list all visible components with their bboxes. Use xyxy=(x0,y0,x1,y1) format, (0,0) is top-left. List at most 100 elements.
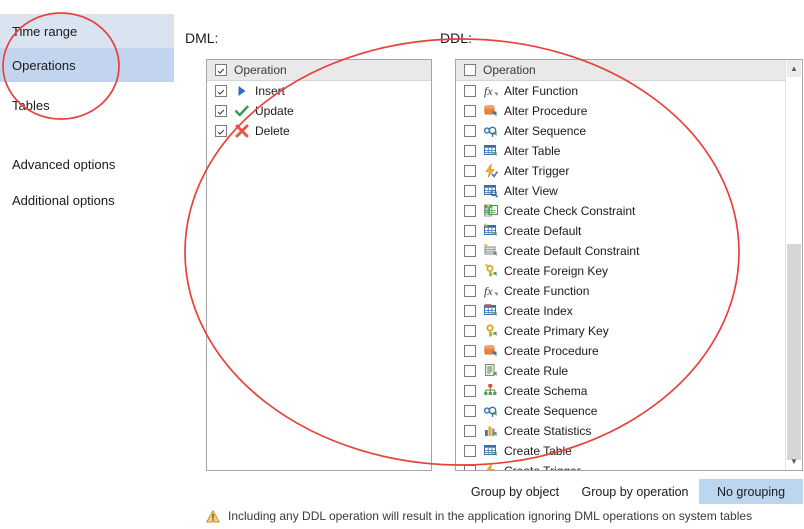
group-by-object-button[interactable]: Group by object xyxy=(459,479,571,504)
list-item[interactable]: Create Foreign Key xyxy=(456,261,786,281)
list-item-label: Create Foreign Key xyxy=(504,264,609,278)
list-item[interactable]: fx Alter Function xyxy=(456,81,786,101)
procedure-icon xyxy=(483,103,499,119)
dml-operations-list[interactable]: Operation Insert Update Delete xyxy=(206,59,432,471)
sidebar-item-label: Operations xyxy=(12,57,76,73)
sidebar-item-time-range[interactable]: Time range xyxy=(0,14,174,48)
view-icon xyxy=(483,183,499,199)
no-grouping-button[interactable]: No grouping xyxy=(699,479,803,504)
row-checkbox[interactable] xyxy=(464,85,476,97)
ddl-list-header[interactable]: Operation xyxy=(456,60,786,81)
list-item-label: Create Default Constraint xyxy=(504,244,640,258)
row-checkbox[interactable] xyxy=(215,125,227,137)
additional-options-link[interactable]: Additional options xyxy=(12,193,115,208)
row-checkbox[interactable] xyxy=(464,205,476,217)
scroll-up-arrow-icon[interactable]: ▲ xyxy=(786,60,802,77)
row-checkbox[interactable] xyxy=(464,185,476,197)
list-item[interactable]: Alter View xyxy=(456,181,786,201)
list-item[interactable]: Alter Table xyxy=(456,141,786,161)
list-item-label: Alter View xyxy=(504,184,558,198)
list-item-label: Create Default xyxy=(504,224,582,238)
row-checkbox[interactable] xyxy=(464,165,476,177)
row-checkbox[interactable] xyxy=(464,305,476,317)
row-checkbox[interactable] xyxy=(215,85,227,97)
row-checkbox[interactable] xyxy=(464,285,476,297)
operations-settings-page: Time range Operations Tables Advanced op… xyxy=(0,0,804,529)
list-item-label: Create Trigger xyxy=(504,464,581,471)
ddl-operations-list[interactable]: Operation fx Alter Function Alter Proced… xyxy=(455,59,803,471)
list-item[interactable]: Create Table xyxy=(456,441,786,461)
svg-text:fx: fx xyxy=(484,84,493,98)
list-item[interactable]: Create Statistics xyxy=(456,421,786,441)
ddl-vertical-scrollbar[interactable]: ▲ ▼ xyxy=(785,60,802,470)
dml-list-header[interactable]: Operation xyxy=(207,60,431,81)
advanced-options-label: Advanced options xyxy=(12,157,116,172)
index-icon xyxy=(483,303,499,319)
list-item[interactable]: Create Sequence xyxy=(456,401,786,421)
row-checkbox[interactable] xyxy=(464,105,476,117)
row-checkbox[interactable] xyxy=(464,365,476,377)
rule-icon xyxy=(483,363,499,379)
sidebar-item-operations[interactable]: Operations xyxy=(0,48,174,82)
row-checkbox[interactable] xyxy=(464,245,476,257)
list-item[interactable]: Create Check Constraint xyxy=(456,201,786,221)
list-item[interactable]: Update xyxy=(207,101,431,121)
scroll-down-arrow-icon[interactable]: ▼ xyxy=(786,453,802,470)
row-checkbox[interactable] xyxy=(464,145,476,157)
list-item[interactable]: Create Rule xyxy=(456,361,786,381)
scrollbar-thumb[interactable] xyxy=(787,244,801,460)
row-checkbox[interactable] xyxy=(464,405,476,417)
list-item[interactable]: Create Default Constraint xyxy=(456,241,786,261)
row-checkbox[interactable] xyxy=(464,345,476,357)
row-checkbox[interactable] xyxy=(464,465,476,470)
list-item-label: Update xyxy=(255,104,294,118)
advanced-options-link[interactable]: Advanced options xyxy=(12,157,115,172)
row-checkbox[interactable] xyxy=(464,125,476,137)
row-checkbox[interactable] xyxy=(464,425,476,437)
list-item-label: Create Rule xyxy=(504,364,569,378)
list-item[interactable]: Alter Trigger xyxy=(456,161,786,181)
list-item-label: Create Sequence xyxy=(504,404,598,418)
sidebar-item-label: Time range xyxy=(12,23,78,39)
list-item[interactable]: Alter Procedure xyxy=(456,101,786,121)
procedure-icon xyxy=(483,343,499,359)
ddl-section-label: DDL: xyxy=(440,30,472,46)
list-item-label: Alter Sequence xyxy=(504,124,587,138)
sidebar-item-label: Tables xyxy=(12,97,50,113)
list-item[interactable]: Alter Sequence xyxy=(456,121,786,141)
ddl-select-all-checkbox[interactable] xyxy=(464,64,476,76)
list-item-label: Insert xyxy=(255,84,286,98)
row-checkbox[interactable] xyxy=(215,105,227,117)
list-item[interactable]: Create Schema xyxy=(456,381,786,401)
trigger-icon xyxy=(483,163,499,179)
group-by-operation-button[interactable]: Group by operation xyxy=(571,479,699,504)
table-icon xyxy=(483,443,499,459)
list-item-label: Delete xyxy=(255,124,290,138)
list-item[interactable]: Create Primary Key xyxy=(456,321,786,341)
list-item-label: Alter Procedure xyxy=(504,104,588,118)
list-item[interactable]: Create Trigger xyxy=(456,461,786,471)
list-item[interactable]: fx Create Function xyxy=(456,281,786,301)
list-item[interactable]: Create Procedure xyxy=(456,341,786,361)
ddl-warning-text: Including any DDL operation will result … xyxy=(228,509,753,523)
delete-cross-icon xyxy=(234,123,250,139)
list-item[interactable]: Delete xyxy=(207,121,431,141)
row-checkbox[interactable] xyxy=(464,325,476,337)
row-checkbox[interactable] xyxy=(464,265,476,277)
trigger-icon xyxy=(483,463,499,470)
row-checkbox[interactable] xyxy=(464,445,476,457)
sidebar-item-tables[interactable]: Tables xyxy=(0,88,174,122)
function-icon: fx xyxy=(483,83,499,99)
list-item-label: Alter Trigger xyxy=(504,164,570,178)
additional-options-label: Additional options xyxy=(12,193,115,208)
schema-icon xyxy=(483,383,499,399)
list-item[interactable]: Insert xyxy=(207,81,431,101)
row-checkbox[interactable] xyxy=(464,225,476,237)
row-checkbox[interactable] xyxy=(464,385,476,397)
list-item[interactable]: Create Default xyxy=(456,221,786,241)
insert-arrow-icon xyxy=(234,83,250,99)
ddl-warning-note: Including any DDL operation will result … xyxy=(206,509,752,523)
dml-header-label: Operation xyxy=(234,63,287,77)
dml-select-all-checkbox[interactable] xyxy=(215,64,227,76)
list-item[interactable]: Create Index xyxy=(456,301,786,321)
